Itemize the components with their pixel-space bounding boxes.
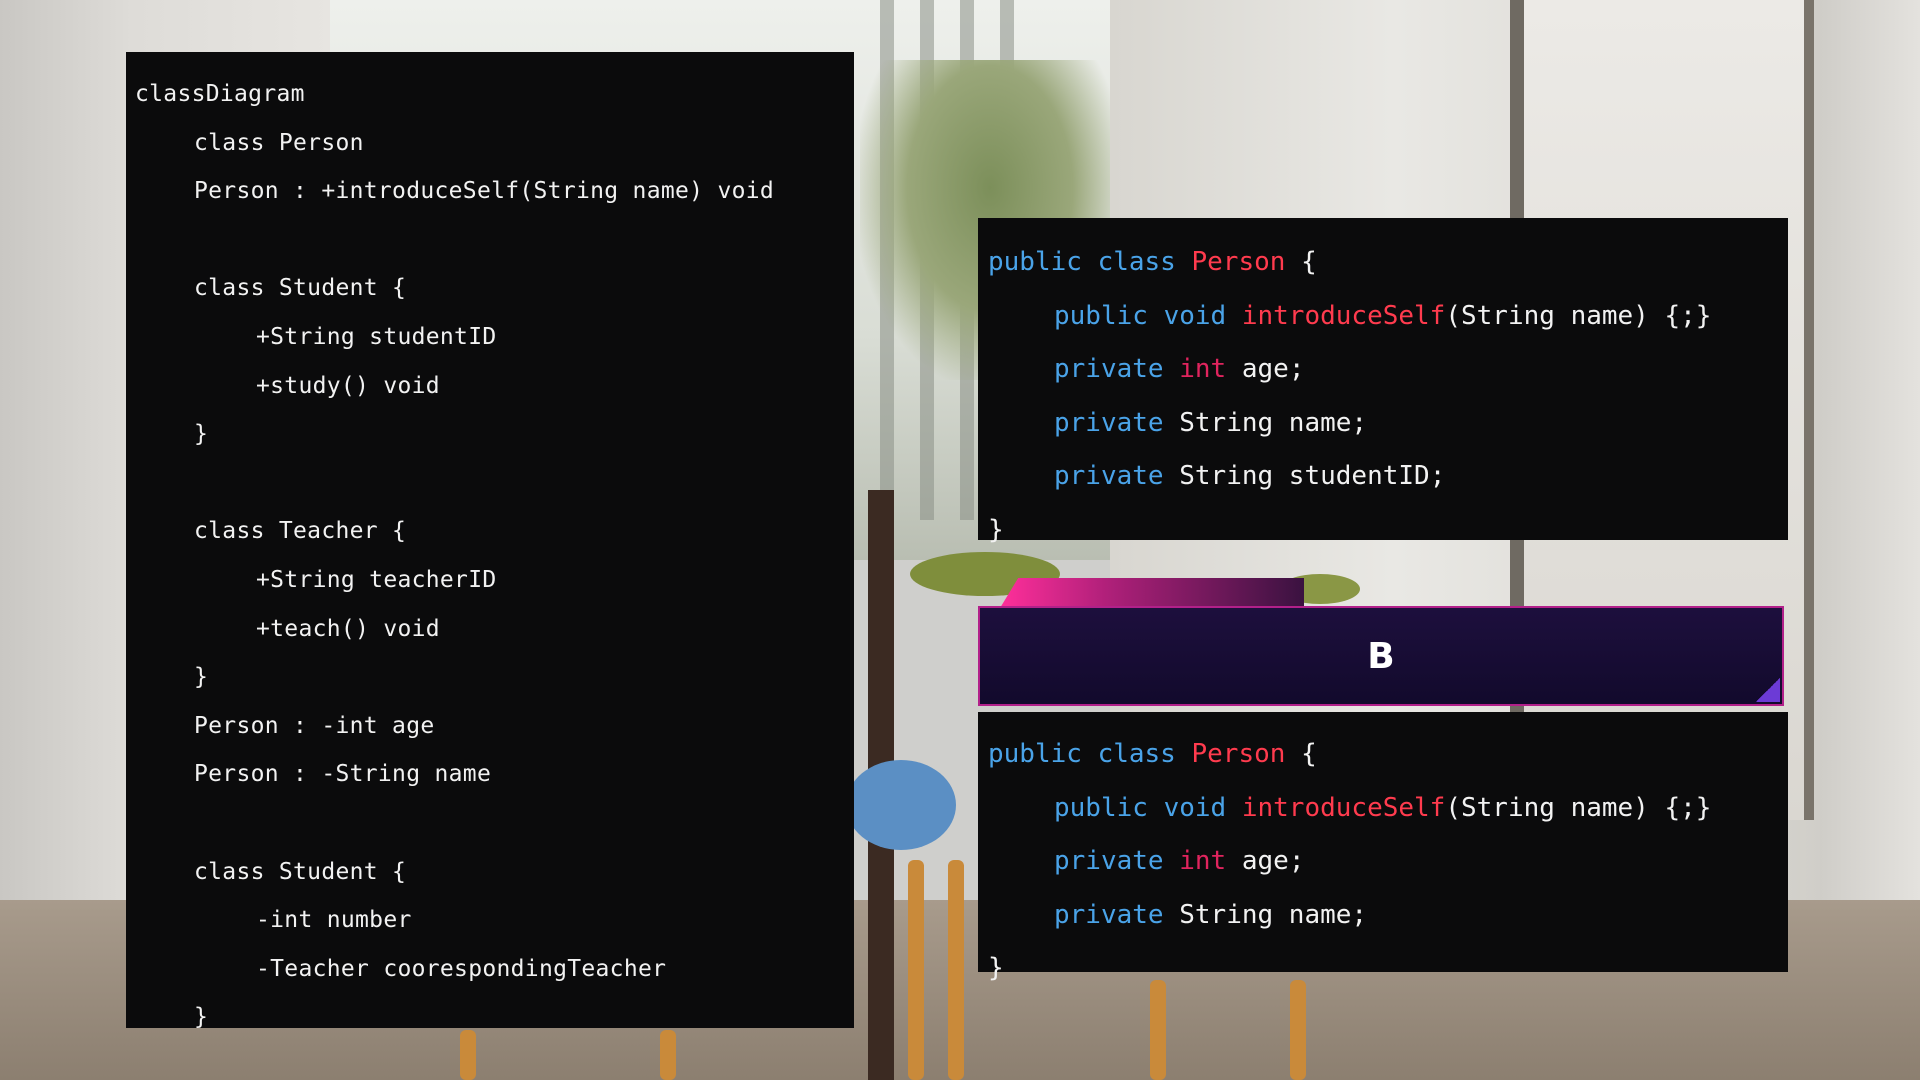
class-name: Person [1191,739,1286,769]
code-line: private int age; [988,343,1788,397]
code-line: +String teacherID [256,566,497,593]
code-line: public class Person { [988,236,1788,290]
code-line: class Teacher { [194,518,407,545]
keyword: public void [1054,792,1242,823]
keyword: public void [1054,300,1242,331]
code-line: private String studentID; [988,450,1788,504]
code-line: class Person [194,129,364,156]
code-line: public void introduceSelf(String name) {… [988,782,1788,836]
type-name: int [1179,354,1227,384]
mermaid-code-panel: classDiagram class Person Person : +intr… [126,52,854,1030]
code-line: Person : -int age [194,712,435,739]
keyword: private [1054,354,1180,384]
class-name: Person [1191,247,1286,277]
code-text: age; [1226,354,1305,384]
code-text: age; [1226,846,1305,876]
option-b-badge[interactable]: B [978,578,1786,708]
method-name: introduceSelf [1241,792,1446,823]
code-line: } [194,664,209,691]
keyword: public class [988,247,1192,277]
keyword: private [1054,407,1180,438]
code-line: +teach() void [256,615,440,642]
code-line: private String name; [988,889,1788,943]
java-code-option-b[interactable]: public class Person { public void introd… [978,712,1788,983]
method-name: introduceSelf [1241,300,1446,331]
code-text: { [1285,739,1317,769]
code-text: String name; [1179,899,1368,930]
code-line: } [988,953,1004,983]
code-line: -Teacher coorespondingTeacher [256,955,667,982]
code-line: Person : +introduceSelf(String name) voi… [194,178,775,205]
code-text: (String name) {;} [1445,300,1712,331]
keyword: private [1054,461,1180,491]
option-box[interactable]: B [978,606,1784,706]
java-code-option-a[interactable]: public class Person { public void introd… [978,218,1788,545]
code-line: } [194,1004,209,1031]
stool-leg [908,860,924,1080]
blue-stool [846,760,956,850]
code-text: (String name) {;} [1445,792,1712,823]
code-text: String studentID; [1179,461,1446,491]
code-line: public void introduceSelf(String name) {… [988,290,1788,344]
option-tab [1000,578,1304,608]
code-line: Person : -String name [194,761,492,788]
code-line: -int number [256,907,412,934]
keyword: private [1054,846,1180,876]
code-text: String name; [1179,407,1368,438]
code-line: public class Person { [988,728,1788,782]
code-line: class Student { [194,858,407,885]
code-line: private int age; [988,835,1788,889]
code-text: { [1285,247,1317,277]
code-line: +String studentID [256,323,497,350]
code-line: classDiagram [135,81,305,107]
code-line: } [988,514,1004,545]
option-letter: B [1367,635,1395,677]
stool-leg [948,860,964,1080]
code-line: private String name; [988,397,1788,451]
code-line: +study() void [256,372,440,399]
keyword: public class [988,739,1192,769]
code-line: class Student { [194,275,407,302]
corner-accent [1756,678,1780,702]
type-name: int [1179,846,1227,876]
keyword: private [1054,899,1180,930]
code-line: } [194,421,209,448]
